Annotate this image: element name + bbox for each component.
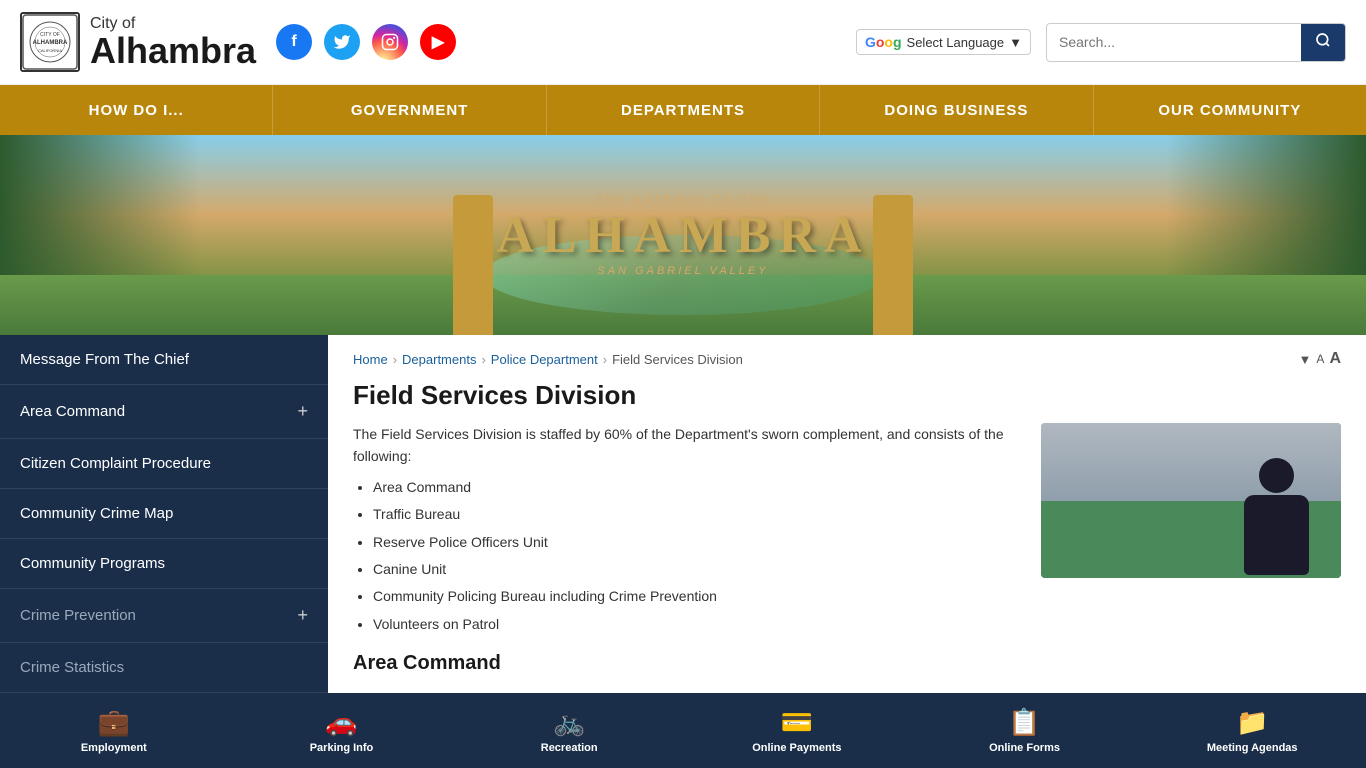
header-right: Goog Select Language ▼ (856, 23, 1346, 62)
youtube-icon[interactable]: ▶ (420, 24, 456, 60)
translate-label: Select Language (907, 35, 1005, 50)
svg-text:CALIFORNIA: CALIFORNIA (38, 48, 62, 53)
breadcrumb-home[interactable]: Home (353, 352, 388, 367)
breadcrumb-sep-1: › (393, 352, 397, 367)
payments-icon: 💳 (781, 707, 813, 738)
employment-icon: 💼 (98, 707, 130, 738)
footer-employment[interactable]: 💼 Employment (0, 702, 228, 759)
breadcrumb-current: Field Services Division (612, 352, 743, 367)
footer-recreation[interactable]: 🚲 Recreation (455, 702, 683, 759)
hero-banner: THE GATEWAY TO THE ALHAMBRA SAN GABRIEL … (0, 135, 1366, 335)
sidebar-item-area-command[interactable]: Area Command + (0, 385, 328, 439)
translate-chevron: ▼ (1009, 35, 1022, 50)
agendas-icon: 📁 (1236, 707, 1268, 738)
page-title: Field Services Division (353, 380, 1341, 411)
section-heading: Area Command (353, 647, 1021, 679)
footer-agendas[interactable]: 📁 Meeting Agendas (1138, 702, 1366, 759)
payments-label: Online Payments (752, 742, 841, 754)
google-logo: Goog (865, 34, 902, 50)
agendas-label: Meeting Agendas (1207, 742, 1298, 754)
list-item: Community Policing Bureau including Crim… (373, 585, 1021, 607)
forms-icon: 📋 (1008, 707, 1040, 738)
city-name-label: Alhambra (90, 33, 256, 69)
social-icons-group: f ▶ (276, 24, 456, 60)
font-increase-button[interactable]: A (1329, 350, 1341, 368)
page-body: The Field Services Division is staffed b… (353, 423, 1341, 679)
sidebar-item-community-programs[interactable]: Community Programs (0, 539, 328, 589)
breadcrumb-police[interactable]: Police Department (491, 352, 598, 367)
footer-payments[interactable]: 💳 Online Payments (683, 702, 911, 759)
site-header: CITY OF ALHAMBRA CALIFORNIA City of Alha… (0, 0, 1366, 85)
main-content: Message From The Chief Area Command + Ci… (0, 335, 1366, 693)
footer-parking[interactable]: 🚗 Parking Info (228, 702, 456, 759)
breadcrumb-links: Home › Departments › Police Department ›… (353, 352, 743, 367)
intro-text: The Field Services Division is staffed b… (353, 423, 1021, 468)
parking-label: Parking Info (310, 742, 374, 754)
main-nav: HOW DO I... GOVERNMENT DEPARTMENTS DOING… (0, 85, 1366, 135)
sidebar-item-message[interactable]: Message From The Chief (0, 335, 328, 385)
parking-icon: 🚗 (325, 707, 357, 738)
sidebar-item-citizen-complaint[interactable]: Citizen Complaint Procedure (0, 439, 328, 489)
search-bar (1046, 23, 1346, 62)
sidebar-item-crime-map[interactable]: Community Crime Map (0, 489, 328, 539)
list-item: Reserve Police Officers Unit (373, 531, 1021, 553)
page-content: Home › Departments › Police Department ›… (328, 335, 1366, 693)
employment-label: Employment (81, 742, 147, 754)
search-input[interactable] (1047, 26, 1301, 58)
sidebar-plus-icon-2: + (297, 605, 308, 626)
forms-label: Online Forms (989, 742, 1060, 754)
sidebar: Message From The Chief Area Command + Ci… (0, 335, 328, 693)
recreation-label: Recreation (541, 742, 598, 754)
instagram-icon[interactable] (372, 24, 408, 60)
font-resize-controls: ▼ A A (1299, 350, 1341, 368)
nav-departments[interactable]: DEPARTMENTS (547, 85, 820, 135)
search-button[interactable] (1301, 24, 1345, 61)
list-item: Canine Unit (373, 558, 1021, 580)
hero-city-text: ALHAMBRA (496, 206, 869, 265)
nav-doing-business[interactable]: DOING BUSINESS (820, 85, 1093, 135)
hero-valley-text: SAN GABRIEL VALLEY (496, 265, 869, 277)
breadcrumb: Home › Departments › Police Department ›… (353, 350, 1341, 368)
logo-area[interactable]: CITY OF ALHAMBRA CALIFORNIA City of Alha… (20, 12, 256, 72)
hero-gateway-text: THE GATEWAY TO THE (496, 194, 869, 206)
breadcrumb-sep-2: › (481, 352, 485, 367)
nav-government[interactable]: GOVERNMENT (273, 85, 546, 135)
city-seal: CITY OF ALHAMBRA CALIFORNIA (20, 12, 80, 72)
footer-forms[interactable]: 📋 Online Forms (911, 702, 1139, 759)
content-list: Area Command Traffic Bureau Reserve Poli… (373, 476, 1021, 635)
header-left: CITY OF ALHAMBRA CALIFORNIA City of Alha… (20, 12, 456, 72)
sidebar-item-crime-statistics[interactable]: Crime Statistics (0, 643, 328, 693)
facebook-icon[interactable]: f (276, 24, 312, 60)
list-item: Traffic Bureau (373, 503, 1021, 525)
footer: 💼 Employment 🚗 Parking Info 🚲 Recreation… (0, 693, 1366, 768)
google-translate-widget[interactable]: Goog Select Language ▼ (856, 29, 1031, 55)
sidebar-plus-icon: + (297, 401, 308, 422)
list-item: Volunteers on Patrol (373, 613, 1021, 635)
svg-text:ALHAMBRA: ALHAMBRA (33, 40, 68, 46)
sidebar-item-crime-prevention[interactable]: Crime Prevention + (0, 589, 328, 643)
recreation-icon: 🚲 (553, 707, 585, 738)
list-item: Area Command (373, 476, 1021, 498)
breadcrumb-departments[interactable]: Departments (402, 352, 476, 367)
nav-our-community[interactable]: OUR COMMUNITY (1094, 85, 1366, 135)
breadcrumb-sep-3: › (603, 352, 607, 367)
svg-text:CITY OF: CITY OF (40, 32, 60, 38)
logo-text: City of Alhambra (90, 15, 256, 69)
officer-image (1041, 423, 1341, 578)
twitter-icon[interactable] (324, 24, 360, 60)
nav-how-do-i[interactable]: HOW DO I... (0, 85, 273, 135)
font-decrease-button[interactable]: A (1316, 352, 1324, 366)
page-text: The Field Services Division is staffed b… (353, 423, 1021, 679)
